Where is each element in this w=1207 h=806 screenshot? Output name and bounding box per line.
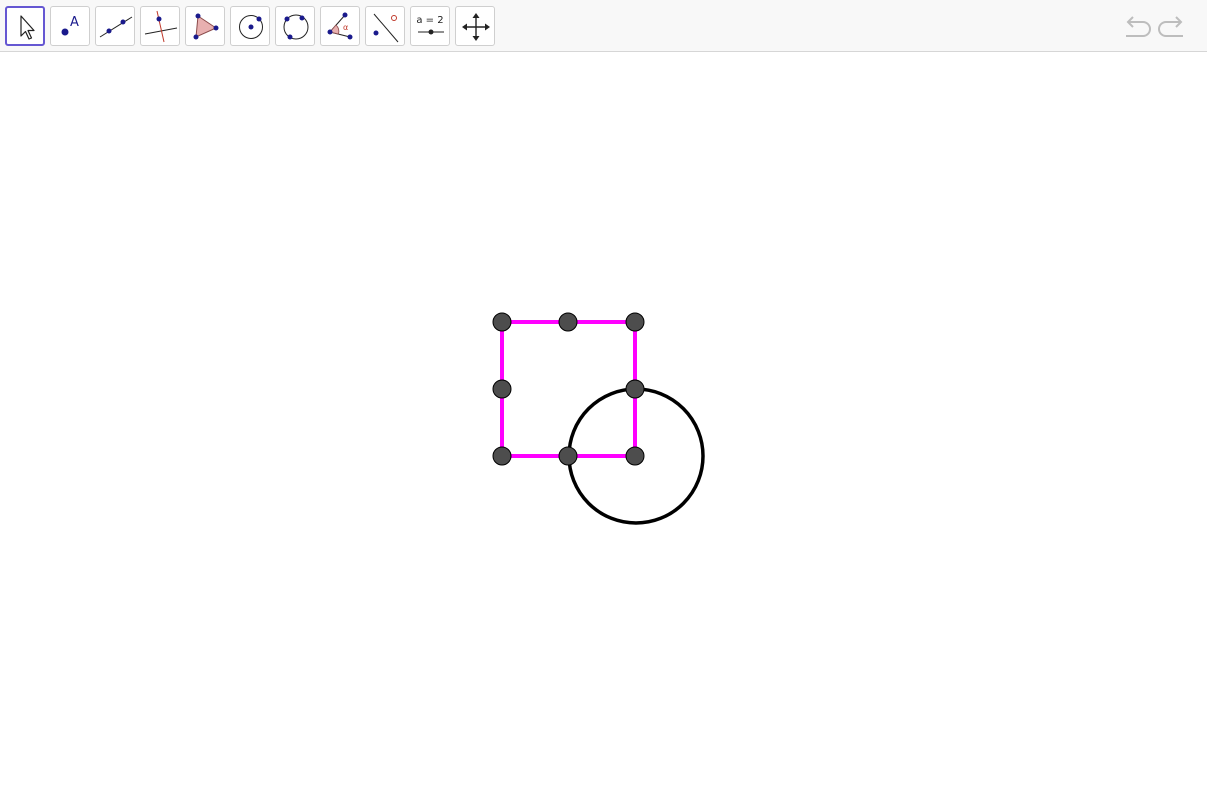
reflect-about-line-icon — [373, 13, 399, 43]
point[interactable] — [625, 446, 645, 466]
undo-button[interactable] — [1120, 10, 1152, 42]
line-tool-button[interactable] — [95, 6, 135, 46]
toolbar: A α a = 2 — [0, 0, 1207, 52]
circle-tool-button[interactable] — [230, 6, 270, 46]
circle-center-point-icon — [239, 15, 263, 39]
point[interactable] — [625, 312, 645, 332]
angle-icon: α — [327, 12, 353, 40]
point[interactable] — [492, 312, 512, 332]
pointer-arrow-icon — [20, 15, 35, 40]
point[interactable] — [492, 379, 512, 399]
point[interactable] — [492, 446, 512, 466]
circle-through-three-points-icon — [283, 14, 309, 40]
graphics-view[interactable] — [0, 53, 1207, 806]
angle-label-text: α — [343, 23, 348, 32]
point-with-label-icon: A — [61, 15, 79, 36]
line-through-two-points-icon — [99, 16, 133, 38]
point-label-text: A — [70, 15, 79, 30]
redo-icon — [1158, 16, 1183, 37]
triangle-polygon-icon — [193, 13, 219, 40]
perpendicular-line-tool-button[interactable] — [140, 6, 180, 46]
polygon-tool-button[interactable] — [185, 6, 225, 46]
circle-three-points-tool-button[interactable] — [275, 6, 315, 46]
move-cross-arrows-icon — [462, 13, 490, 41]
point[interactable] — [558, 446, 578, 466]
point[interactable] — [625, 379, 645, 399]
undo-icon — [1126, 16, 1151, 37]
reflect-tool-button[interactable] — [365, 6, 405, 46]
point[interactable] — [558, 312, 578, 332]
move-tool-button[interactable] — [5, 6, 45, 46]
point-tool-button[interactable]: A — [50, 6, 90, 46]
redo-button[interactable] — [1157, 10, 1189, 42]
slider-tool-button[interactable]: a = 2 — [410, 6, 450, 46]
perpendicular-line-icon — [144, 10, 178, 43]
square-polygon[interactable] — [500, 320, 637, 458]
move-graphics-view-tool-button[interactable] — [455, 6, 495, 46]
angle-tool-button[interactable]: α — [320, 6, 360, 46]
slider-icon — [418, 29, 444, 35]
